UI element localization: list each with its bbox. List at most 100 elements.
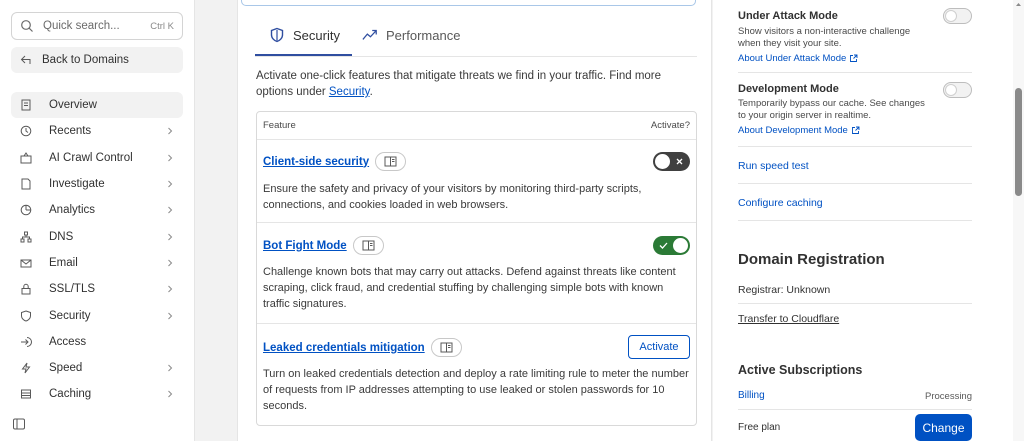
transfer-to-cloudflare-link[interactable]: Transfer to Cloudflare (738, 313, 839, 325)
billing-status: Processing (925, 391, 972, 402)
top-card-edge (241, 0, 696, 6)
feature-title: Bot Fight Mode (263, 236, 384, 255)
feature-description: Turn on leaked credentials detection and… (263, 368, 689, 412)
chevron-right-icon (166, 180, 174, 188)
divider (738, 146, 972, 147)
active-subscriptions-heading: Active Subscriptions (738, 363, 863, 377)
document-icon (20, 99, 32, 111)
table-row: Client-side security Ensure the safety a… (257, 140, 696, 223)
sidebar-item-label: AI Crawl Control (49, 151, 133, 164)
sidebar-item-label: Recents (49, 125, 92, 138)
toggle-knob (655, 154, 670, 169)
sidebar-item-label: Analytics (49, 204, 96, 217)
network-icon (20, 231, 32, 243)
table-header: Feature Activate? (257, 112, 696, 140)
tab-security[interactable]: Security (269, 27, 340, 43)
lock-icon (20, 283, 32, 295)
activate-button[interactable]: Activate (628, 335, 690, 359)
sidebar-item-label: Access (49, 335, 87, 348)
sidebar-item-analytics[interactable]: Analytics (11, 197, 183, 223)
sidebar-item-label: SSL/TLS (49, 283, 96, 296)
x-icon (674, 156, 685, 167)
external-link-icon (849, 54, 858, 63)
sidebar-item-label: Speed (49, 362, 83, 375)
sidebar-item-recents[interactable]: Recents (11, 118, 183, 144)
intro-end: . (369, 86, 373, 98)
collapse-sidebar-icon[interactable] (12, 417, 26, 431)
shield-icon (20, 309, 32, 322)
feature-description: Ensure the safety and privacy of your vi… (263, 183, 642, 211)
leaked-credentials-link[interactable]: Leaked credentials mitigation (263, 342, 425, 354)
client-side-security-link[interactable]: Client-side security (263, 156, 369, 168)
sidebar-item-label: Security (49, 309, 91, 322)
divider (738, 303, 972, 304)
documentation-icon[interactable] (375, 152, 407, 171)
sidebar-item-ai-crawl-control[interactable]: AI Crawl Control (11, 145, 183, 171)
main-panel: Security Performance Activate one-click … (237, 0, 712, 441)
check-icon (658, 240, 669, 251)
access-icon (20, 336, 32, 348)
back-to-domains-button[interactable]: Back to Domains (11, 47, 183, 73)
sidebar-item-ssl-tls[interactable]: SSL/TLS (11, 276, 183, 302)
bot-fight-mode-link[interactable]: Bot Fight Mode (263, 240, 347, 252)
feature-title: Client-side security (263, 152, 407, 171)
divider (738, 409, 972, 410)
toggle-knob (945, 84, 957, 96)
scroll-up-icon[interactable] (1016, 2, 1021, 7)
intro-body: Activate one-click features that mitigat… (256, 70, 662, 98)
development-mode-toggle[interactable] (943, 82, 972, 98)
sidebar-nav: Overview Recents AI Crawl Control Invest… (11, 92, 183, 408)
chevron-right-icon (166, 206, 174, 214)
under-attack-toggle[interactable] (943, 8, 972, 24)
configure-caching-link[interactable]: Configure caching (738, 197, 823, 209)
sidebar-item-label: Overview (49, 99, 97, 112)
sidebar-item-speed[interactable]: Speed (11, 355, 183, 381)
sidebar-item-access[interactable]: Access (11, 329, 183, 355)
sidebar-item-security[interactable]: Security (11, 302, 183, 328)
search-input[interactable]: Quick search... Ctrl K (11, 12, 183, 40)
feature-title: Leaked credentials mitigation (263, 338, 462, 357)
divider (738, 220, 972, 221)
divider (738, 183, 972, 184)
bot-fight-mode-toggle[interactable] (653, 236, 690, 255)
change-plan-button[interactable]: Change (915, 414, 972, 441)
report-icon (20, 178, 32, 190)
documentation-icon[interactable] (430, 338, 462, 357)
chevron-right-icon (166, 285, 174, 293)
search-icon (20, 19, 34, 33)
documentation-icon[interactable] (352, 236, 384, 255)
table-row: Leaked credentials mitigation Activate T… (257, 324, 696, 425)
sidebar-item-dns[interactable]: DNS (11, 223, 183, 249)
tab-divider (255, 56, 697, 57)
run-speed-test-link[interactable]: Run speed test (738, 160, 809, 172)
chevron-right-icon (166, 127, 174, 135)
sidebar-item-email[interactable]: Email (11, 250, 183, 276)
development-mode-description: Temporarily bypass our cache. See change… (738, 98, 925, 121)
sidebar-item-overview[interactable]: Overview (11, 92, 183, 119)
scroll-thumb[interactable] (1015, 88, 1022, 196)
search-placeholder: Quick search... (43, 20, 120, 32)
domain-registration-heading: Domain Registration (738, 251, 885, 268)
tab-performance[interactable]: Performance (362, 27, 460, 43)
sidebar-item-investigate[interactable]: Investigate (11, 171, 183, 197)
billing-link[interactable]: Billing (738, 390, 765, 401)
toggle-knob (945, 10, 957, 22)
about-under-attack-link[interactable]: About Under Attack Mode (738, 53, 858, 64)
security-link[interactable]: Security (329, 86, 370, 98)
link-label: About Under Attack Mode (738, 53, 847, 64)
divider (738, 72, 972, 73)
toggle-knob (673, 238, 688, 253)
sidebar-item-label: Caching (49, 388, 92, 401)
shield-icon (269, 27, 285, 43)
under-attack-title: Under Attack Mode (738, 10, 838, 22)
sidebar-item-caching[interactable]: Caching (11, 381, 183, 407)
about-development-mode-link[interactable]: About Development Mode (738, 125, 860, 136)
back-arrow-icon (20, 54, 32, 66)
feature-description: Challenge known bots that may carry out … (263, 266, 676, 310)
chevron-right-icon (166, 154, 174, 162)
chart-icon (20, 204, 32, 216)
sidebar: Quick search... Ctrl K Back to Domains O… (0, 0, 195, 441)
client-side-security-toggle[interactable] (653, 152, 690, 171)
page-scrollbar[interactable] (1013, 0, 1024, 441)
search-shortcut: Ctrl K (150, 20, 174, 32)
